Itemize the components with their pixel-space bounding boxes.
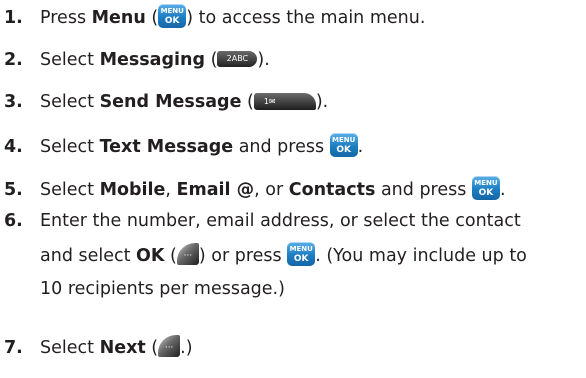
softkey-icon: ···: [176, 243, 199, 265]
menu-ok-key-icon: MENU OK: [471, 176, 500, 200]
step-number: 2.: [4, 50, 23, 70]
step-number: 4.: [4, 137, 23, 157]
step-number: 6.: [4, 211, 23, 231]
step-text-line-3: 10 recipients per message.): [40, 279, 285, 299]
step-text-line-2: and select OK (···) or press MENU OK. (Yo…: [40, 241, 527, 271]
step-number: 5.: [4, 180, 23, 200]
key-1-icon: 1✉: [253, 92, 316, 110]
step-text: Press Menu (MENU OK) to access the main m…: [40, 3, 425, 33]
step-number: 1.: [4, 8, 23, 28]
step-text-line-1: Enter the number, email address, or sele…: [40, 211, 521, 231]
step-text: Select Mobile, Email @, or Contacts and …: [40, 175, 506, 205]
menu-ok-key-icon: MENU OK: [329, 133, 358, 157]
menu-ok-key-icon: MENU OK: [158, 4, 187, 28]
key-2-icon: 2ABC: [217, 51, 258, 67]
step-number: 7.: [4, 338, 23, 358]
step-text: Select Text Message and press MENU OK.: [40, 132, 363, 162]
softkey-icon: ···: [158, 335, 181, 357]
step-text: Select Next (···.): [40, 333, 193, 363]
step-number: 3.: [4, 92, 23, 112]
step-text: Select Send Message (1✉).: [40, 92, 329, 112]
step-text: Select Messaging (2ABC).: [40, 50, 270, 70]
menu-ok-key-icon: MENU OK: [287, 242, 316, 266]
